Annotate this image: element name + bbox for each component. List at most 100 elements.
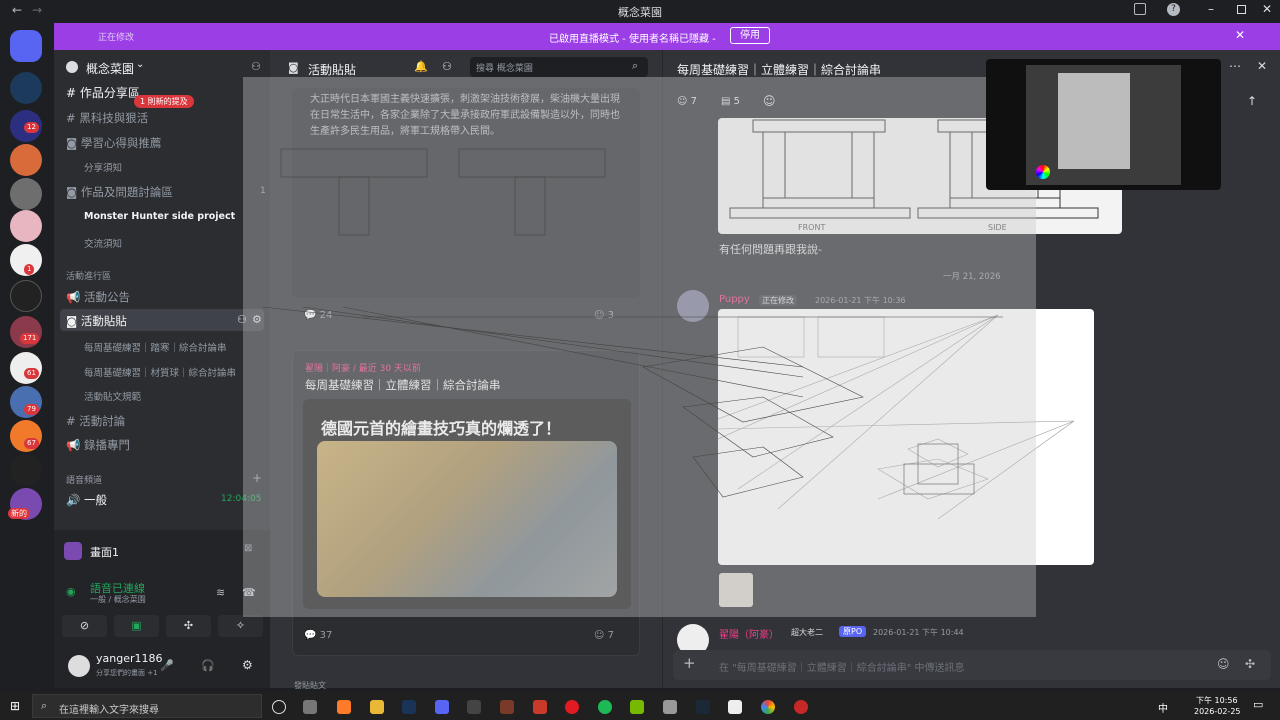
server-icon[interactable] — [10, 280, 42, 312]
sub-channel-item[interactable]: 活動貼文規範 — [84, 389, 141, 403]
photoshop-icon[interactable] — [402, 700, 416, 714]
reaction-count[interactable]: ☺ 7 — [594, 630, 614, 641]
app-icon[interactable] — [728, 700, 742, 714]
apps-icon[interactable]: ✣ — [1245, 657, 1255, 671]
mention-badge: 1 則新的提及 — [134, 95, 194, 108]
chevron-down-icon[interactable]: ⌄ — [136, 59, 144, 70]
close-thread-icon[interactable]: ✕ — [1257, 59, 1267, 73]
mic-icon[interactable]: 🎤 — [160, 659, 174, 672]
noise-icon[interactable]: ≋ — [216, 586, 225, 599]
sub-channel-item[interactable]: 每周基礎練習｜材質球｜綜合討論串 — [84, 365, 236, 379]
search-placeholder: 搜尋 概念菜園 — [476, 64, 533, 74]
channel-label: 學習心得與推薦 — [80, 136, 162, 150]
message-author[interactable]: 翟陽（阿豪） — [719, 626, 779, 641]
ime-indicator[interactable]: 中 — [1158, 700, 1168, 715]
maximize-icon[interactable] — [1237, 5, 1246, 14]
unread-badge: 61 — [24, 368, 39, 379]
author-tag: 超大老二 — [791, 628, 823, 637]
server-name[interactable]: 概念菜園 — [86, 60, 134, 77]
channel-item[interactable]: # 作品分享區 — [66, 84, 140, 101]
voice-channel-item[interactable]: 🔊 一般 — [66, 492, 107, 508]
minimize-icon[interactable]: – — [1208, 2, 1214, 16]
input-placeholder: 在 "每周基礎練習｜立體練習｜綜合討論串" 中傳送訊息 — [719, 663, 965, 674]
add-attachment-icon[interactable]: + — [683, 654, 696, 672]
streamer-mode-banner: 正在修改 已啟用直播模式 - 使用者名稱已隱藏 - 停用 ✕ — [54, 23, 1280, 50]
cortana-icon[interactable] — [272, 700, 286, 714]
settings-gear-icon[interactable]: ⚙ — [242, 658, 253, 672]
folder-icon[interactable] — [370, 700, 384, 714]
banner-text: 已啟用直播模式 - 使用者名稱已隱藏 - — [549, 34, 716, 45]
app-icon[interactable] — [663, 700, 677, 714]
windows-icon[interactable]: ⊞ — [10, 699, 20, 713]
inbox-icon[interactable] — [1134, 3, 1146, 15]
avatar[interactable] — [68, 655, 90, 677]
app-icon[interactable] — [533, 700, 547, 714]
clock-date[interactable]: 2026-02-25 — [1194, 707, 1241, 716]
server-icon[interactable] — [10, 144, 42, 176]
channel-sidebar: 概念菜園 ⌄ ⚇ # 作品分享區 1 則新的提及 # 黑科技與狠活 ◙ 學習心得… — [54, 50, 270, 688]
window-title: 概念菜園 — [618, 6, 662, 19]
sub-channel-item[interactable]: 交流須知 — [84, 236, 122, 250]
banner-close-icon[interactable]: ✕ — [1235, 28, 1245, 42]
spotify-icon[interactable] — [598, 700, 612, 714]
category-header[interactable]: 語音頻道 — [66, 473, 102, 486]
notification-icon[interactable]: ▭ — [1253, 698, 1263, 711]
app-icon[interactable] — [337, 700, 351, 714]
announcement-item[interactable]: 📢 錄播專門 — [66, 437, 130, 453]
forum-header: 活動貼貼 — [308, 63, 357, 77]
channel-label: 一般 — [83, 493, 107, 507]
server-icon[interactable] — [10, 454, 42, 486]
server-icon-small — [66, 61, 78, 73]
screen-label[interactable]: 畫面1 — [90, 544, 119, 560]
search-input[interactable]: 搜尋 概念菜園 ⌕ — [470, 57, 648, 77]
invite-icon[interactable]: ⚇ — [251, 60, 261, 73]
headphones-icon[interactable]: 🎧 — [201, 659, 215, 672]
more-icon[interactable]: ⋯ — [1229, 59, 1241, 73]
sub-channel-item[interactable]: 分享須知 — [84, 160, 122, 174]
chrome-icon[interactable] — [761, 700, 775, 714]
category-header[interactable]: 活動進行區 — [66, 269, 111, 282]
jump-up-icon[interactable]: ↑ — [1247, 94, 1257, 108]
discord-icon[interactable] — [435, 700, 449, 714]
app-icon[interactable] — [500, 700, 514, 714]
screen-share-overlay — [243, 77, 1036, 617]
clock-time[interactable]: 下午 10:56 — [1196, 695, 1238, 706]
thread-title: 每周基礎練習｜立體練習｜綜合討論串 — [677, 63, 882, 77]
camera-off-button[interactable]: ⊘ — [62, 615, 107, 637]
channel-item[interactable]: # 活動討論 — [66, 413, 125, 429]
disable-streamer-button[interactable]: 停用 — [730, 27, 770, 44]
message-input[interactable]: + 在 "每周基礎練習｜立體練習｜綜合討論串" 中傳送訊息 ☺ ✣ — [673, 650, 1271, 680]
forum-item[interactable]: ◙ 學習心得與推薦 — [66, 135, 161, 151]
bell-icon[interactable]: 🔔 — [414, 60, 428, 73]
sub-channel-item[interactable]: 每周基礎練習｜踏寒｜綜合討論串 — [84, 340, 227, 354]
soundboard-button[interactable]: ✧ — [218, 615, 263, 637]
new-badge: 新的 — [8, 508, 30, 519]
steam-icon[interactable] — [696, 700, 710, 714]
taskbar-search[interactable]: ⌕ 在這裡輸入文字來搜尋 — [32, 694, 262, 718]
username[interactable]: yanger1186 — [96, 652, 163, 665]
announcement-item[interactable]: 📢 活動公告 — [66, 289, 130, 305]
server-icon[interactable] — [10, 210, 42, 242]
app-icon[interactable] — [794, 700, 808, 714]
sub-channel-item[interactable]: Monster Hunter side project — [84, 211, 235, 222]
members-icon[interactable]: ⚇ — [442, 60, 452, 73]
app-icon[interactable] — [467, 700, 481, 714]
forum-item[interactable]: ◙ 作品及問題討論區 — [66, 184, 173, 200]
screen-share-button[interactable]: ▣ — [114, 615, 159, 637]
channel-label: 活動貼貼 — [80, 314, 127, 328]
stream-preview[interactable] — [986, 59, 1221, 190]
close-icon[interactable]: ✕ — [1262, 2, 1272, 16]
emoji-icon[interactable]: ☺ — [1217, 657, 1230, 671]
forum-icon: ◙ — [288, 61, 299, 74]
channel-item[interactable]: # 黑科技與狠活 — [66, 110, 148, 126]
server-icon[interactable] — [10, 178, 42, 210]
activities-button[interactable]: ✣ — [166, 615, 211, 637]
nvidia-icon[interactable] — [630, 700, 644, 714]
discord-home-icon[interactable] — [10, 30, 42, 62]
opera-icon[interactable] — [565, 700, 579, 714]
search-icon: ⌕ — [41, 699, 48, 712]
help-icon[interactable]: ? — [1167, 3, 1180, 16]
forum-item-selected[interactable]: ◙ 活動貼貼 — [66, 313, 127, 329]
task-view-icon[interactable] — [303, 700, 317, 714]
server-icon[interactable] — [10, 72, 42, 104]
